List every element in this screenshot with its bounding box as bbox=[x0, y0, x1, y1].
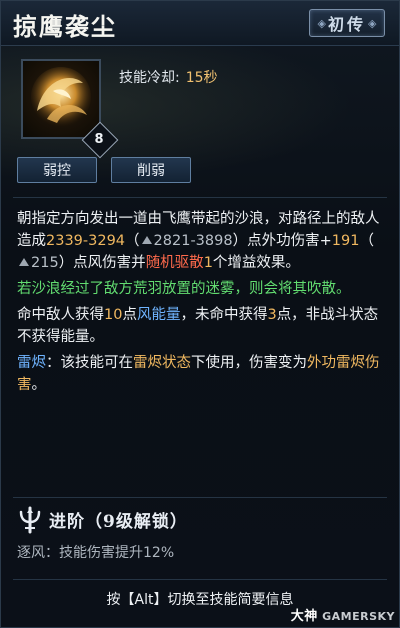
desc-text: 点 bbox=[122, 307, 137, 323]
skill-tooltip: 掠鹰袭尘 ◈ 初传 ◈ 8 技能冷却: 15秒 弱控 削弱 朝指定方向发出一道由… bbox=[0, 0, 400, 628]
watermark-en: GAMERSKY bbox=[322, 610, 395, 623]
advance-title: 进阶（9级解锁） bbox=[49, 512, 188, 532]
badge-ornament-icon: ◈ bbox=[317, 16, 326, 30]
divider bbox=[13, 497, 387, 498]
description-energy: 命中敌人获得10点风能量，未命中获得3点，非战斗状态不获得能量。 bbox=[17, 304, 387, 348]
dispel-keyword: 随机驱散 bbox=[145, 255, 204, 271]
desc-text: ，未命中获得 bbox=[180, 307, 268, 323]
badge-ornament-icon: ◈ bbox=[368, 16, 377, 30]
hit-energy-value: 10 bbox=[104, 307, 123, 323]
upgraded-damage-range: 2821-3898 bbox=[153, 233, 233, 249]
thunder-state-keyword: 雷烬状态 bbox=[133, 355, 191, 371]
cooldown: 技能冷却: 15秒 bbox=[119, 67, 218, 87]
description-damage: 朝指定方向发出一道由飞鹰带起的沙浪，对路径上的敌人造成2339-3294（ 282… bbox=[17, 208, 387, 274]
tag-weak-control: 弱控 bbox=[17, 157, 97, 183]
thunder-keyword: 雷烬 bbox=[17, 355, 46, 371]
grade-label: 初传 bbox=[327, 15, 366, 34]
divider bbox=[13, 579, 387, 580]
divider bbox=[13, 197, 387, 198]
desc-text: ：该技能可在 bbox=[46, 355, 133, 371]
wind-damage: 191 bbox=[331, 233, 360, 249]
watermark-cn: 大神 bbox=[290, 609, 318, 624]
upgrade-arrow-icon bbox=[19, 258, 29, 266]
skill-name: 掠鹰袭尘 bbox=[13, 12, 117, 41]
desc-text: （ bbox=[359, 233, 374, 249]
desc-text: （ bbox=[125, 233, 140, 249]
damage-range: 2339-3294 bbox=[46, 233, 126, 249]
desc-text: 。 bbox=[31, 377, 47, 393]
desc-text: ）点风伤害并 bbox=[58, 255, 146, 271]
description-mist: 若沙浪经过了敌方荒羽放置的迷雾，则会将其吹散。 bbox=[17, 281, 351, 297]
dispel-count: 1 bbox=[203, 255, 213, 271]
watermark: 大神 GAMERSKY bbox=[291, 605, 395, 624]
cooldown-label: 技能冷却: bbox=[119, 70, 180, 86]
desc-text: ）点外功伤害+ bbox=[232, 233, 332, 249]
cooldown-value: 15秒 bbox=[185, 70, 218, 86]
upgraded-wind-damage: 215 bbox=[31, 255, 59, 271]
wind-energy-keyword: 风能量 bbox=[136, 307, 181, 323]
advance-line: 逐风：技能伤害提升12% bbox=[17, 545, 175, 561]
skill-description: 朝指定方向发出一道由飞鹰带起的沙浪，对路径上的敌人造成2339-3294（ 282… bbox=[17, 208, 387, 400]
title-bar: 掠鹰袭尘 ◈ 初传 ◈ bbox=[1, 1, 399, 46]
skill-level: 8 bbox=[94, 131, 104, 147]
tag-weaken: 削弱 bbox=[111, 157, 191, 183]
desc-text: 下使用，伤害变为 bbox=[191, 355, 307, 371]
desc-text: 个增益效果。 bbox=[212, 255, 300, 271]
desc-text: 命中敌人获得 bbox=[17, 307, 104, 323]
grade-badge: ◈ 初传 ◈ bbox=[309, 9, 385, 37]
upgrade-arrow-icon bbox=[141, 236, 152, 244]
trident-icon bbox=[17, 506, 43, 534]
description-thunder: 雷烬：该技能可在雷烬状态下使用，伤害变为外功雷烬伤害。 bbox=[17, 352, 387, 396]
miss-energy-value: 3 bbox=[267, 307, 277, 323]
